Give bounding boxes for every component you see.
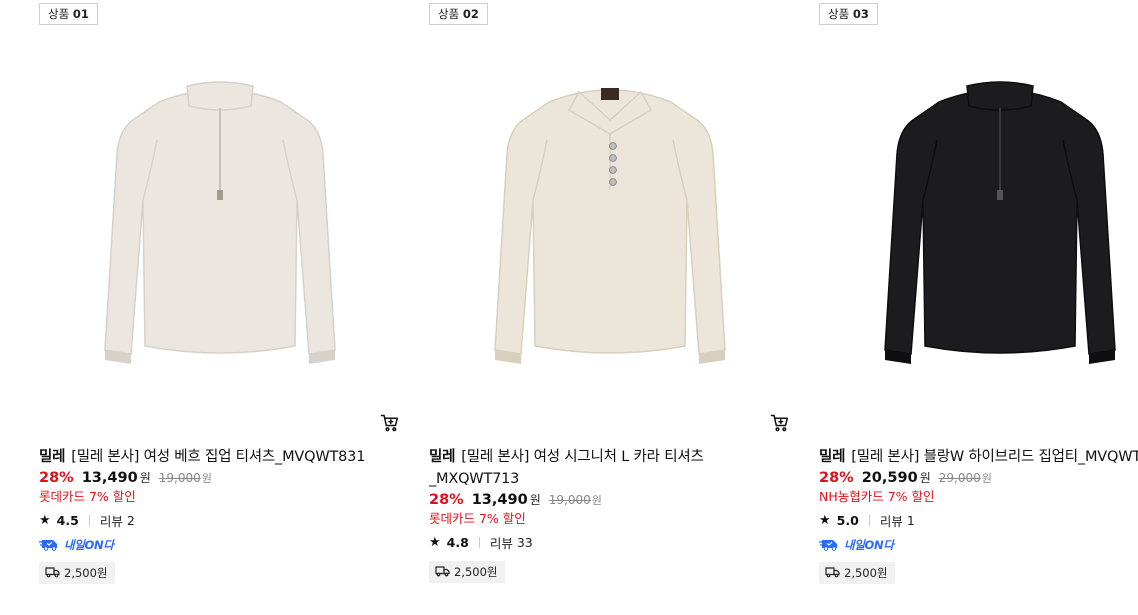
review-label: 리뷰 [879,513,903,529]
rank-badge: 상품 03 [819,3,878,25]
review-count: 33 [516,534,533,550]
divider [478,536,480,548]
add-to-cart-button[interactable] [379,414,401,436]
naeil-badge-text: 내일ON다 [64,538,114,552]
delivery-fee-badge: 2,500원 [39,562,115,584]
rating-score: 5.0 [836,512,859,528]
delivery-fee-badge: 2,500원 [429,561,505,583]
rank-label: 상품 [828,7,850,21]
discount-rate: 28% [39,470,74,486]
naeil-badge-text: 내일ON다 [844,538,894,552]
delivery-fee: 2,500원 [454,565,498,579]
original-price-unit: 원 [201,472,212,485]
review-label: 리뷰 [99,513,123,529]
product-image[interactable] [429,38,791,400]
add-to-cart-button[interactable] [769,414,791,436]
truck-icon [45,566,64,581]
naeil-delivery-icon [39,536,61,555]
discount-rate: 28% [429,492,464,508]
review-label: 리뷰 [489,535,513,551]
price-row: 28% 20,590 원 29,000 원 [819,469,1138,486]
naeil-delivery-badge: 내일ON다 [39,537,401,553]
cart-icon [380,413,400,437]
rank-badge: 상품 02 [429,3,488,25]
rating-row: ★ 4.5 리뷰 2 [39,510,401,530]
product-title[interactable]: 밀레 [밀레 본사] 블랑W 하이브리드 집업티_MVQWT435 [819,446,1138,468]
product-title[interactable]: 밀레 [밀레 본사] 여성 시그니처 L 카라 티셔츠_MXQWT713 [429,446,791,490]
sale-price: 13,490 [81,470,138,486]
price-unit: 원 [529,493,541,507]
card-promo: 롯데카드 7% 할인 [429,511,526,526]
product-name: [밀레 본사] 여성 베흐 집업 티셔츠_MVQWT831 [71,449,366,465]
rating-row: ★ 4.8 리뷰 33 [429,532,791,552]
star-icon: ★ [429,534,441,550]
discount-rate: 28% [819,470,854,486]
rank-label: 상품 [438,7,460,21]
divider [868,514,870,526]
delivery-fee: 2,500원 [844,566,888,580]
rank-number: 03 [852,7,869,21]
naeil-delivery-icon [819,536,841,555]
card-promo: NH농협카드 7% 할인 [819,489,935,504]
star-icon: ★ [819,512,831,528]
rank-number: 02 [462,7,479,21]
cart-icon [770,413,790,437]
product-image[interactable] [39,38,401,400]
price-row: 28% 13,490 원 19,000 원 [429,491,791,508]
truck-icon [435,565,454,580]
original-price-unit: 원 [591,494,602,507]
review-count: 1 [906,512,915,528]
product-image[interactable] [819,38,1138,400]
naeil-delivery-badge: 내일ON다 [819,537,1138,553]
brand-name: 밀레 [429,449,456,465]
rank-number: 01 [72,7,89,21]
star-icon: ★ [39,512,51,528]
product-title[interactable]: 밀레 [밀레 본사] 여성 베흐 집업 티셔츠_MVQWT831 [39,446,401,468]
product-card[interactable]: 상품 01 밀레 [밀레 본사] 여성 베흐 집업 티셔츠_MVQWT831 28… [39,0,401,615]
truck-icon [825,566,844,581]
price-unit: 원 [919,471,931,485]
brand-name: 밀레 [39,449,66,465]
price-row: 28% 13,490 원 19,000 원 [39,469,401,486]
rank-badge: 상품 01 [39,3,98,25]
product-card[interactable]: 상품 03 밀레 [밀레 본사] 블랑W 하이브리드 집업티_MVQWT435 2… [819,0,1138,615]
card-promo: 롯데카드 7% 할인 [39,489,136,504]
rating-row: ★ 5.0 리뷰 1 [819,510,1138,530]
original-price: 19,000 [158,471,201,485]
original-price: 19,000 [548,493,591,507]
product-name: [밀레 본사] 여성 시그니처 L 카라 티셔츠_MXQWT713 [429,449,704,487]
sale-price: 20,590 [861,470,918,486]
original-price-unit: 원 [981,472,992,485]
rank-label: 상품 [48,7,70,21]
sale-price: 13,490 [471,492,528,508]
original-price: 29,000 [938,471,981,485]
product-name: [밀레 본사] 블랑W 하이브리드 집업티_MVQWT435 [851,449,1138,465]
brand-name: 밀레 [819,449,846,465]
review-count: 2 [126,512,135,528]
rating-score: 4.5 [56,512,79,528]
price-unit: 원 [139,471,151,485]
divider [88,514,90,526]
rating-score: 4.8 [446,534,469,550]
delivery-fee: 2,500원 [64,566,108,580]
delivery-fee-badge: 2,500원 [819,562,895,584]
product-card[interactable]: 상품 02 밀레 [밀레 본사] 여성 시그니처 L 카라 티셔츠_MXQWT71… [429,0,791,615]
